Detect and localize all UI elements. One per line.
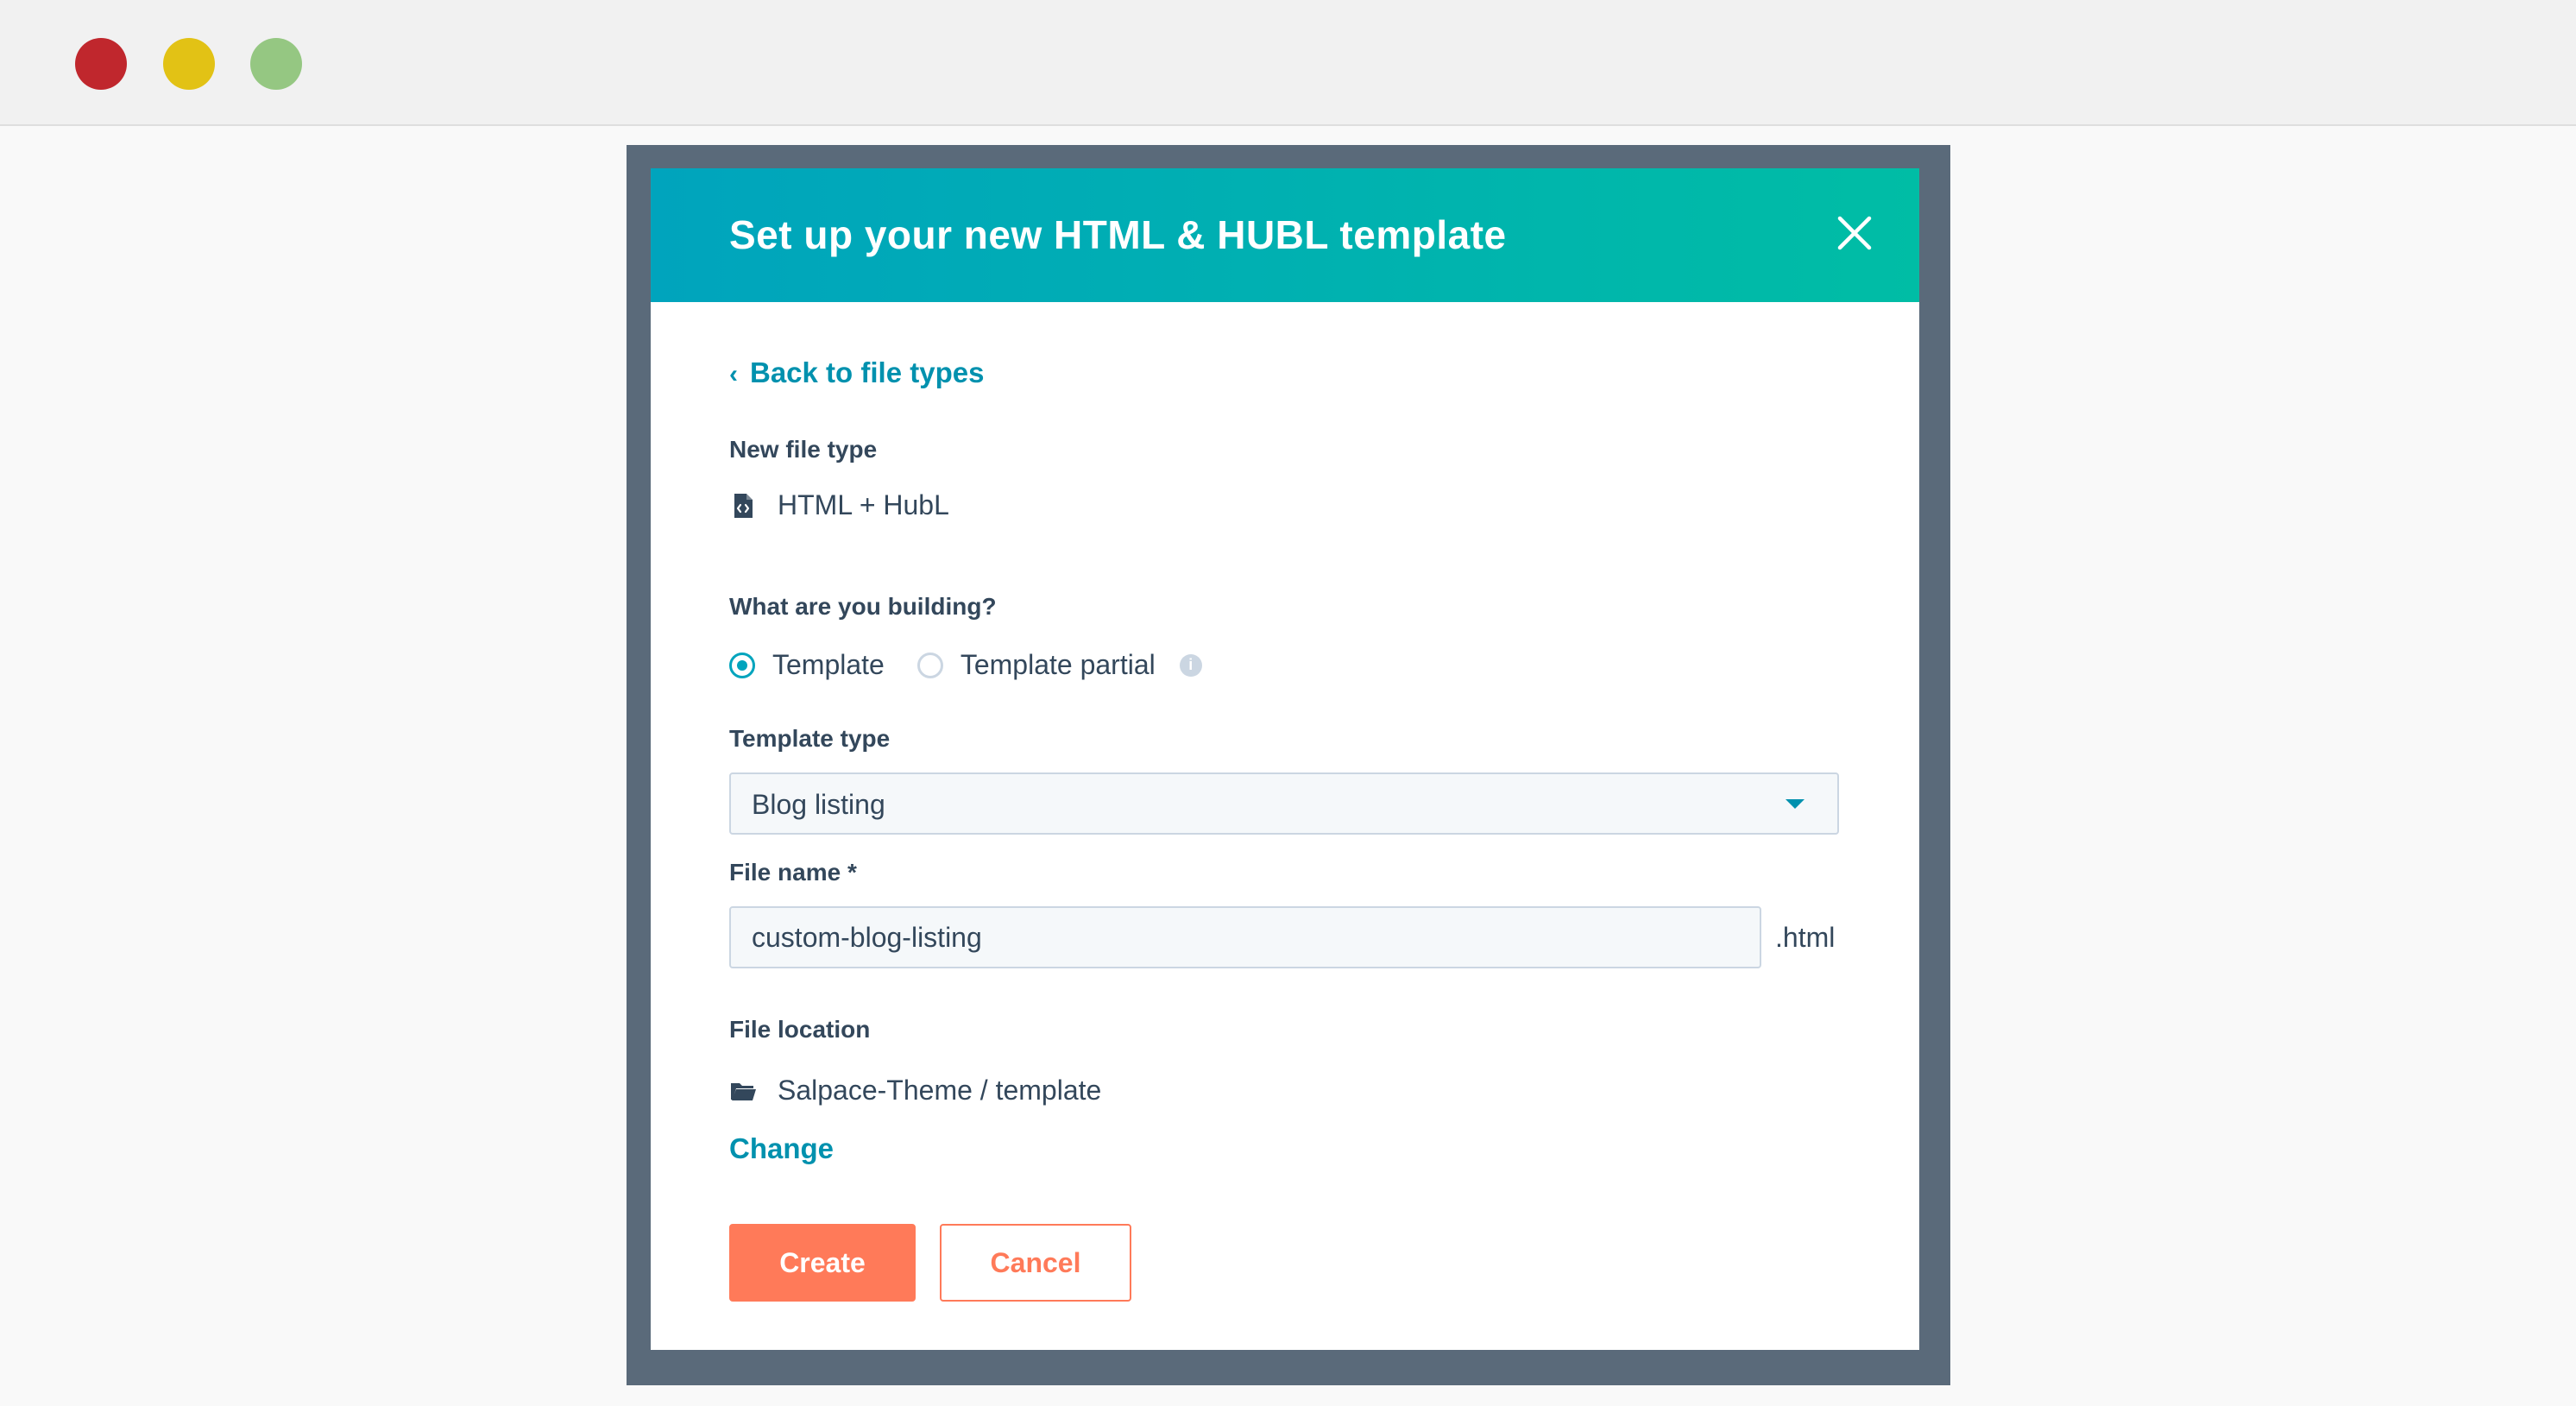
folder-open-icon bbox=[729, 1077, 757, 1105]
window-maximize-button[interactable] bbox=[250, 38, 302, 90]
info-icon[interactable]: i bbox=[1179, 653, 1202, 677]
file-location-value: Salpace-Theme / template bbox=[778, 1075, 1102, 1106]
close-icon[interactable] bbox=[1833, 211, 1876, 255]
window-close-button[interactable] bbox=[75, 38, 127, 90]
file-location-row: Salpace-Theme / template bbox=[729, 1075, 1101, 1107]
what-are-you-building-label: What are you building? bbox=[729, 593, 997, 620]
template-type-selected: Blog listing bbox=[752, 789, 885, 820]
building-radio-group: Template Template partial i bbox=[729, 649, 1202, 681]
file-name-label: File name * bbox=[729, 859, 857, 886]
radio-template-partial-button[interactable] bbox=[916, 652, 943, 678]
new-file-type-label: New file type bbox=[729, 436, 878, 463]
radio-template[interactable]: Template bbox=[729, 649, 885, 681]
back-to-file-types-link[interactable]: ‹ Back to file types bbox=[729, 356, 984, 389]
file-type-value: HTML + HubL bbox=[778, 489, 949, 520]
create-button[interactable]: Create bbox=[729, 1224, 916, 1302]
file-location-label: File location bbox=[729, 1016, 871, 1043]
radio-template-label: Template bbox=[772, 649, 885, 680]
template-type-label: Template type bbox=[729, 725, 891, 752]
file-name-input[interactable] bbox=[729, 906, 1761, 968]
code-file-icon bbox=[729, 492, 757, 520]
radio-template-button[interactable] bbox=[729, 652, 755, 678]
cancel-button[interactable]: Cancel bbox=[940, 1224, 1131, 1302]
template-type-dropdown[interactable]: Blog listing bbox=[729, 772, 1839, 835]
chevron-left-icon: ‹ bbox=[729, 360, 738, 388]
new-template-dialog: Set up your new HTML & HUBL template ‹ Ba… bbox=[651, 168, 1919, 1350]
back-link-label: Back to file types bbox=[750, 356, 985, 388]
window-titlebar bbox=[0, 0, 2576, 126]
file-extension-suffix: .html bbox=[1775, 922, 1836, 953]
radio-template-partial[interactable]: Template partial bbox=[916, 649, 1156, 681]
window-minimize-button[interactable] bbox=[163, 38, 215, 90]
file-type-row: HTML + HubL bbox=[729, 489, 949, 521]
dialog-header: Set up your new HTML & HUBL template bbox=[651, 168, 1919, 302]
change-location-link[interactable]: Change bbox=[729, 1132, 834, 1165]
radio-template-partial-label: Template partial bbox=[960, 649, 1156, 680]
caret-down-icon bbox=[1786, 799, 1804, 809]
dialog-title: Set up your new HTML & HUBL template bbox=[729, 212, 1507, 257]
